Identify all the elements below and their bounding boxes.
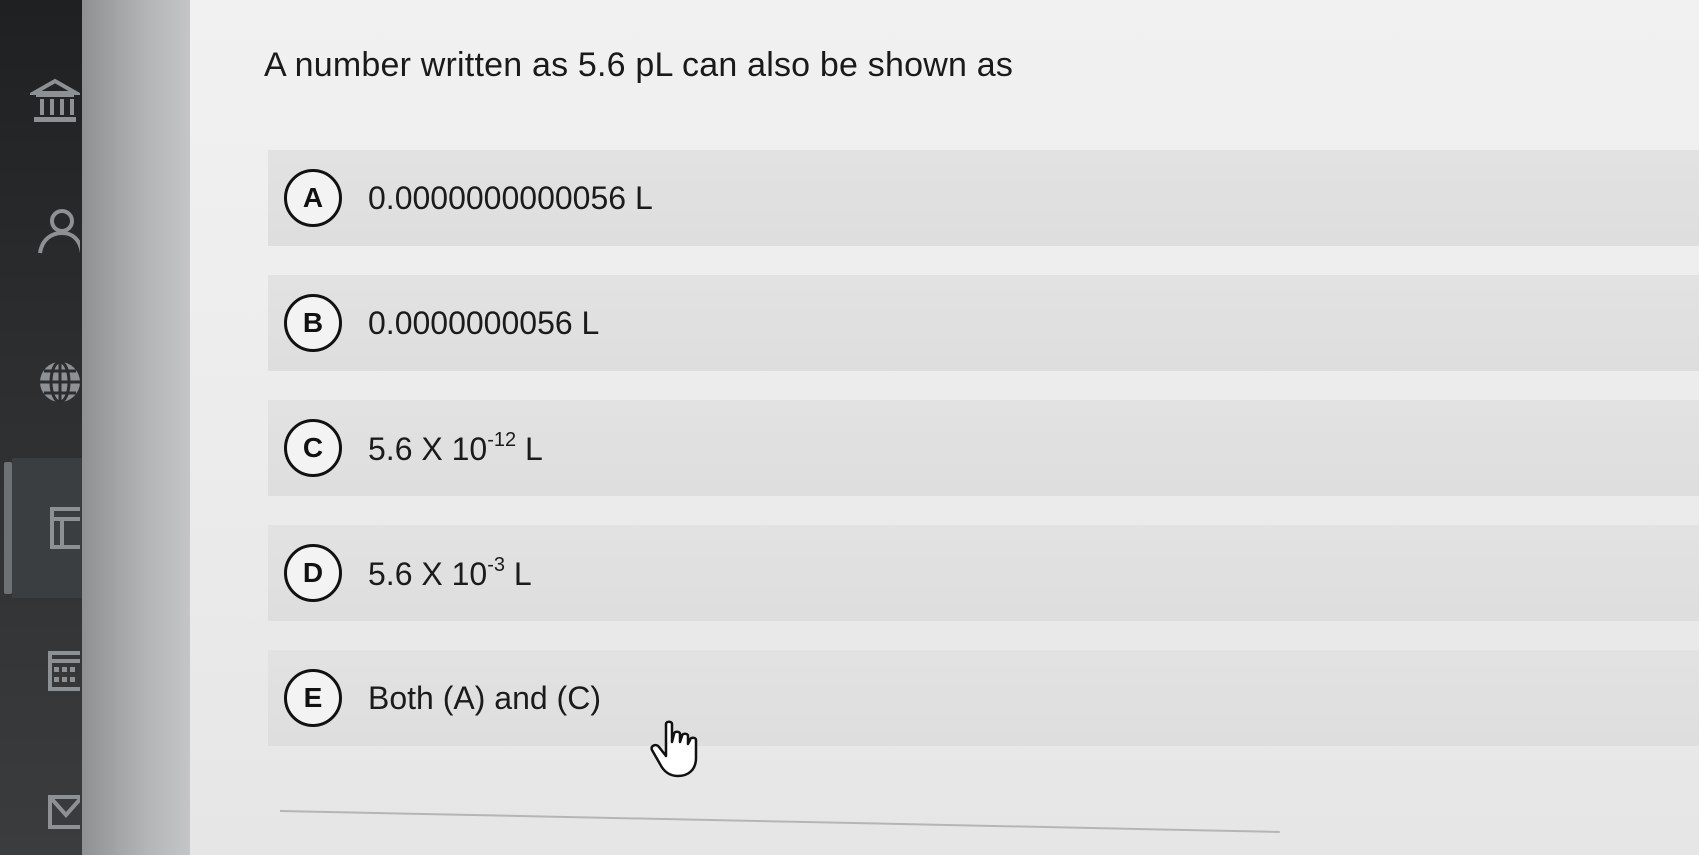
user-icon-graphic — [38, 209, 80, 254]
option-letter-badge: C — [284, 419, 342, 477]
answer-option-d[interactable]: D 5.6 X 10-3 L — [268, 525, 1699, 621]
answer-option-e[interactable]: E Both (A) and (C) — [268, 650, 1699, 746]
screen: A number written as 5.6 pL can also be s… — [0, 0, 1699, 855]
option-letter-badge: E — [284, 669, 342, 727]
option-letter-badge: B — [284, 294, 342, 352]
answer-option-c[interactable]: C 5.6 X 10-12 L — [268, 400, 1699, 496]
option-text: 5.6 X 10-3 L — [368, 554, 532, 593]
answer-option-a[interactable]: A 0.0000000000056 L — [268, 150, 1699, 246]
gradebook-icon-graphic — [50, 507, 80, 549]
option-text: 0.0000000056 L — [368, 304, 600, 341]
option-exponent: -3 — [487, 553, 505, 576]
option-base: 5.6 X 10 — [368, 555, 488, 592]
calendar-icon[interactable] — [28, 640, 82, 700]
option-base: 5.6 X 10 — [368, 430, 488, 467]
option-unit: L — [505, 555, 532, 592]
inbox-icon-graphic — [48, 795, 80, 829]
option-text: 0.0000000000056 L — [368, 179, 653, 216]
globe-icon[interactable] — [28, 352, 82, 412]
rail-active-indicator — [4, 462, 12, 594]
hand-pointer-cursor-icon — [650, 720, 698, 778]
section-divider — [279, 810, 1280, 833]
option-letter-badge: A — [284, 169, 342, 227]
institution-icon[interactable] — [28, 72, 82, 132]
option-text: 5.6 X 10-12 L — [368, 429, 543, 468]
sidebar-gutter — [82, 0, 190, 855]
gradebook-icon[interactable] — [28, 498, 82, 558]
question-text: A number written as 5.6 pL can also be s… — [264, 46, 1014, 84]
calendar-icon-graphic — [48, 651, 80, 691]
inbox-icon[interactable] — [28, 782, 82, 842]
answer-option-b[interactable]: B 0.0000000056 L — [268, 275, 1699, 371]
globe-icon-graphic — [40, 360, 80, 404]
user-icon[interactable] — [28, 200, 82, 260]
quiz-question-pane: A number written as 5.6 pL can also be s… — [190, 0, 1699, 855]
option-exponent: -12 — [487, 428, 517, 451]
option-text: Both (A) and (C) — [368, 679, 601, 716]
option-letter-badge: D — [284, 544, 342, 602]
app-navigation-rail — [0, 0, 82, 855]
institution-icon-graphic — [30, 78, 80, 122]
option-unit: L — [516, 430, 543, 467]
